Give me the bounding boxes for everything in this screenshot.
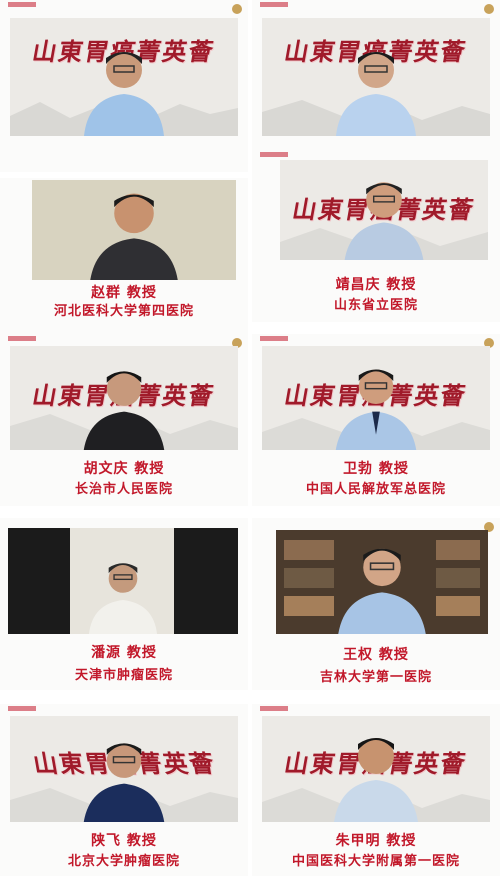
seal-icon [484, 4, 494, 14]
participant-video: 山東胃癌菁英薈 [262, 346, 490, 450]
participant-avatar [90, 193, 178, 280]
participant-hospital: 长治市人民医院 [74, 482, 173, 497]
participant-video: 山東胃癌菁英薈 [10, 346, 238, 450]
participant-tile-5[interactable]: 山東胃癌菁英薈 胡文庆 教授 长治市人民医院 [0, 334, 248, 506]
participant-hospital: 吉林大学第一医院 [319, 670, 432, 685]
participant-tile-1[interactable]: 山東胃癌菁英薈 [0, 0, 248, 172]
seal-icon [232, 4, 242, 14]
participant-name: 潘源 教授 [91, 645, 157, 661]
participant-tile-10[interactable]: 山東胃癌菁英薈 朱甲明 教授 中国医科大学附属第一医院 [252, 704, 500, 876]
participant-tile-4[interactable]: 山東胃癌菁英薈 靖昌庆 教授 山东省立医院 [252, 150, 500, 322]
participant-hospital: 山东省立医院 [333, 298, 418, 313]
tile-toolbar [260, 336, 288, 341]
video-conference-grid: 山東胃癌菁英薈 山東胃癌菁英薈 赵群 教授 河北医科大学第四医院 靖昌庆 教授 … [0, 0, 500, 882]
participant-hospital: 北京大学肿瘤医院 [67, 854, 180, 869]
participant-video [276, 530, 488, 634]
participant-avatar [338, 548, 426, 634]
participant-name: 朱甲明 教授 [335, 833, 417, 849]
participant-name: 靖昌庆 教授 [335, 277, 417, 293]
tile-toolbar [8, 336, 36, 341]
participant-video: 山東胃癌菁英薈 [10, 716, 238, 822]
tile-toolbar [260, 706, 288, 711]
participant-name: 王权 教授 [343, 647, 409, 663]
participant-avatar [83, 743, 165, 822]
participant-tile-3[interactable]: 赵群 教授 河北医科大学第四医院 [0, 178, 248, 350]
participant-tile-8[interactable]: 王权 教授 吉林大学第一医院 [252, 518, 500, 690]
participant-video: 山東胃癌菁英薈 [262, 716, 490, 822]
participant-name: 陕飞 教授 [91, 833, 157, 849]
participant-hospital: 河北医科大学第四医院 [53, 304, 194, 319]
participant-video: 山東胃癌菁英薈 [10, 18, 238, 136]
participant-video [32, 180, 236, 280]
participant-tile-7[interactable]: 潘源 教授 天津市肿瘤医院 [0, 518, 248, 690]
participant-tile-6[interactable]: 山東胃癌菁英薈 卫勃 教授 中国人民解放军总医院 [252, 334, 500, 506]
participant-hospital: 中国医科大学附属第一医院 [291, 854, 460, 869]
participant-video: 山東胃癌菁英薈 [262, 18, 490, 136]
tile-toolbar [260, 2, 288, 7]
participant-tile-2[interactable]: 山東胃癌菁英薈 [252, 0, 500, 172]
participant-avatar [336, 52, 416, 136]
participant-name: 赵群 教授 [91, 285, 157, 301]
participant-tile-9[interactable]: 山東胃癌菁英薈 陕飞 教授 北京大学肿瘤医院 [0, 704, 248, 876]
participant-avatar [334, 738, 418, 822]
participant-avatar [335, 369, 417, 450]
tile-toolbar [8, 2, 36, 7]
participant-avatar [88, 563, 158, 634]
tile-toolbar [8, 706, 36, 711]
participant-video [8, 528, 238, 634]
participant-name: 卫勃 教授 [343, 461, 409, 477]
participant-video: 山東胃癌菁英薈 [280, 160, 488, 260]
tile-toolbar [260, 152, 288, 157]
participant-avatar [344, 182, 424, 260]
participant-hospital: 天津市肿瘤医院 [74, 668, 173, 683]
participant-name: 胡文庆 教授 [83, 461, 165, 477]
participant-avatar [83, 371, 165, 450]
participant-hospital: 中国人民解放军总医院 [305, 482, 446, 497]
participant-avatar [84, 52, 164, 136]
